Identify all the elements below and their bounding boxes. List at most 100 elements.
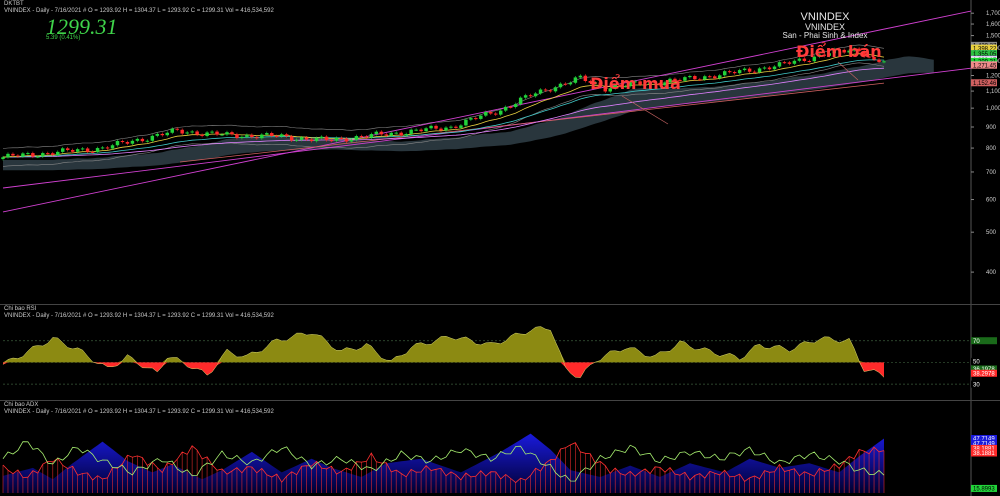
value-tag-label: 38.2978 — [973, 371, 995, 377]
candle-body — [334, 137, 339, 141]
candle-body — [464, 119, 468, 126]
candle-body — [70, 150, 75, 152]
value-tag-label: 30 — [973, 382, 980, 388]
candle-body — [469, 118, 473, 120]
candle-body — [787, 62, 792, 64]
candle-body — [459, 125, 463, 128]
sell-annotation: Điểm bán — [796, 42, 882, 61]
candle-body — [718, 75, 722, 79]
candle-body — [210, 131, 214, 133]
candle-body — [75, 149, 80, 152]
rsi-chart[interactable]: 705036.197838.297830 — [0, 305, 1000, 400]
candle-body — [304, 137, 309, 140]
candle-body — [389, 132, 393, 136]
candle-body — [180, 129, 184, 134]
candle-body — [260, 134, 264, 139]
price-change: 5.39 (0.41%) — [46, 35, 81, 41]
candle-body — [548, 90, 553, 92]
candle-body — [479, 115, 483, 119]
candle-body — [558, 83, 563, 88]
candle-body — [309, 139, 314, 142]
candle-body — [713, 76, 717, 79]
candle-body — [155, 133, 160, 136]
rsi-title: Chi bao RSI — [4, 306, 37, 312]
candle-body — [752, 71, 757, 73]
rsi-fill-above — [3, 326, 884, 363]
candle-body — [215, 131, 219, 135]
candle-body — [240, 136, 244, 139]
candle-body — [165, 132, 169, 136]
y-tick-label: 800 — [986, 146, 997, 152]
value-tag-label: 15.8993 — [973, 487, 995, 493]
candle-body — [190, 131, 194, 133]
y-tick-label: 600 — [986, 198, 997, 204]
candle-body — [732, 72, 737, 74]
value-tag-label: 50 — [973, 360, 980, 366]
candle-body — [150, 135, 155, 141]
candle-body — [36, 156, 40, 158]
candle-body — [722, 71, 727, 76]
candle-body — [409, 129, 413, 135]
candle-body — [145, 140, 150, 142]
candle-body — [429, 125, 433, 129]
candle-body — [349, 139, 354, 142]
y-tick-label: 400 — [986, 270, 997, 276]
candle-body — [100, 147, 105, 149]
candle-body — [200, 134, 204, 136]
candle-body — [359, 136, 364, 138]
candle-body — [339, 137, 344, 139]
candle-body — [503, 106, 508, 111]
candle-body — [95, 148, 100, 152]
y-tick-label: 1,200 — [986, 74, 1000, 80]
candle-body — [46, 153, 50, 155]
adx-chart[interactable]: 47.714947.714938.188138.188115.8993 — [0, 401, 1000, 496]
candle-body — [583, 75, 588, 82]
candle-body — [747, 68, 752, 72]
channel-base — [179, 82, 885, 163]
candle-body — [195, 131, 199, 135]
candle-body — [329, 140, 334, 142]
candle-body — [767, 67, 772, 70]
candle-body — [319, 136, 324, 138]
candle-body — [280, 134, 284, 137]
y-tick-label: 1,100 — [986, 89, 1000, 95]
candle-body — [683, 77, 687, 81]
candle-body — [270, 133, 274, 137]
value-tag-label: 1,271.45 — [973, 63, 997, 69]
candle-body — [324, 136, 329, 141]
candle-body — [792, 60, 797, 64]
candle-body — [170, 128, 174, 133]
candle-body — [16, 155, 20, 157]
candle-body — [508, 106, 513, 108]
candle-body — [185, 132, 189, 134]
candle-body — [6, 153, 10, 158]
candle-body — [693, 76, 697, 80]
candle-body — [698, 79, 702, 81]
candle-body — [449, 126, 453, 128]
candle-body — [135, 138, 140, 141]
adx-title: Chi bao ADX — [4, 402, 39, 408]
candle-body — [160, 133, 165, 136]
candle-body — [782, 62, 787, 64]
candle-body — [533, 93, 538, 97]
candle-body — [523, 95, 528, 98]
candle-body — [125, 142, 130, 144]
candle-body — [284, 134, 289, 137]
candle-body — [394, 132, 398, 134]
candle-body — [708, 76, 712, 78]
candle-body — [494, 113, 498, 115]
candle-body — [807, 60, 812, 62]
candle-body — [563, 83, 568, 85]
candle-body — [434, 125, 438, 129]
candle-body — [369, 134, 374, 138]
adx-header: VNINDEX - Daily - 7/16/2021 # O = 1293.9… — [4, 409, 274, 415]
candle-body — [294, 139, 299, 141]
candle-body — [85, 148, 90, 152]
candle-body — [21, 153, 25, 157]
candle-body — [51, 153, 55, 155]
candle-body — [130, 140, 135, 144]
candle-body — [762, 67, 767, 69]
candle-body — [454, 126, 458, 128]
candle-body — [573, 77, 578, 83]
candle-body — [205, 132, 209, 136]
